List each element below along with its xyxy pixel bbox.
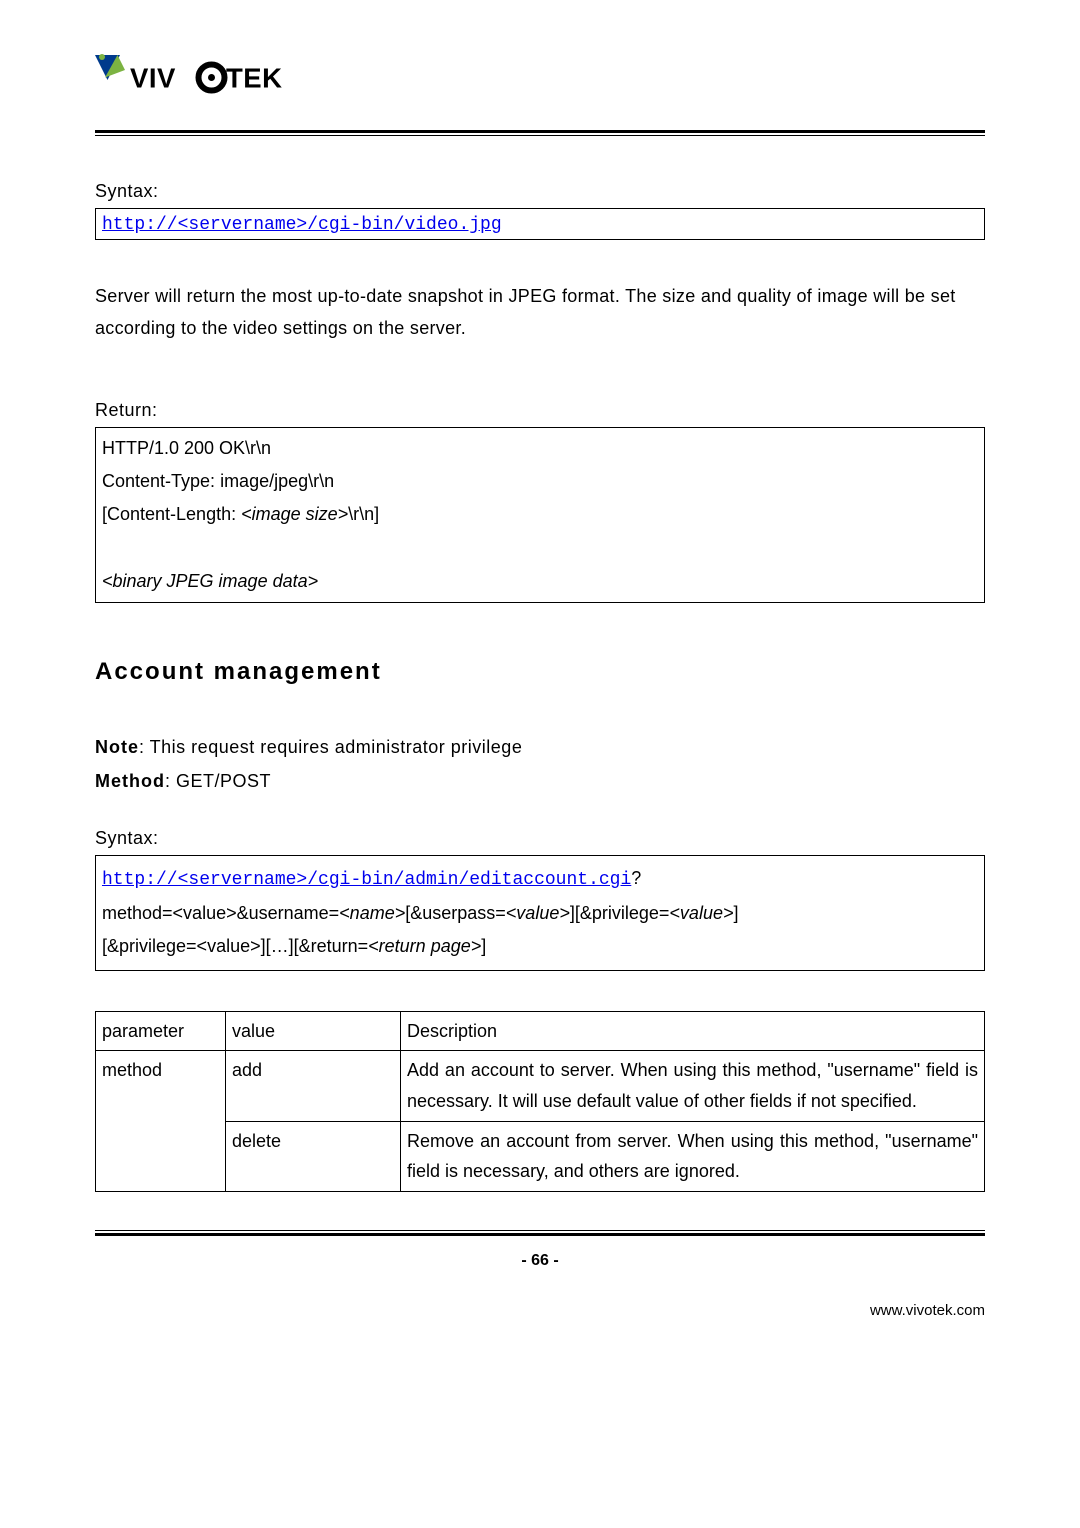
cell-desc-add: Add an account to server. When using thi… (401, 1051, 985, 1121)
table-row: delete Remove an account from server. Wh… (96, 1121, 985, 1191)
vivotek-logo-icon: VIV TEK (95, 50, 305, 105)
return-label: Return: (95, 400, 985, 421)
account-syntax-line1: http://<servername>/cgi-bin/admin/editac… (102, 862, 978, 897)
cell-param-method: method (96, 1051, 226, 1191)
site-url: www.vivotek.com (95, 1302, 985, 1319)
header-rule (95, 130, 985, 136)
cell-value-delete: delete (226, 1121, 401, 1191)
account-url-link[interactable]: http://<servername>/cgi-bin/admin/editac… (102, 870, 631, 890)
account-note: Note: This request requires administrato… (95, 731, 985, 764)
syntax-label-2: Syntax: (95, 828, 985, 849)
header-parameter: parameter (96, 1011, 226, 1051)
table-row: method add Add an account to server. Whe… (96, 1051, 985, 1121)
return-blank (102, 532, 978, 565)
return-line-1: HTTP/1.0 200 OK\r\n (102, 432, 978, 465)
header-value: value (226, 1011, 401, 1051)
brand-logo: VIV TEK (95, 50, 985, 105)
account-note-block: Note: This request requires administrato… (95, 731, 985, 798)
account-syntax-line2: method=<value>&username=<name>[&userpass… (102, 897, 978, 930)
section-title-account: Account management (95, 658, 985, 686)
svg-text:VIV: VIV (130, 63, 176, 94)
return-line-2: Content-Type: image/jpeg\r\n (102, 465, 978, 498)
cell-value-add: add (226, 1051, 401, 1121)
return-line-3: [Content-Length: <image size>\r\n] (102, 498, 978, 531)
cell-desc-delete: Remove an account from server. When usin… (401, 1121, 985, 1191)
footer-rule (95, 1230, 985, 1236)
syntax-label-1: Syntax: (95, 181, 985, 202)
table-header-row: parameter value Description (96, 1011, 985, 1051)
page-number: - 66 - (95, 1252, 985, 1270)
svg-text:TEK: TEK (226, 63, 283, 94)
parameter-table: parameter value Description method add A… (95, 1011, 985, 1192)
snapshot-description: Server will return the most up-to-date s… (95, 280, 985, 345)
return-box: HTTP/1.0 200 OK\r\n Content-Type: image/… (95, 427, 985, 603)
header-description: Description (401, 1011, 985, 1051)
snapshot-syntax-box: http://<servername>/cgi-bin/video.jpg (95, 208, 985, 240)
snapshot-url-link[interactable]: http://<servername>/cgi-bin/video.jpg (102, 215, 502, 235)
account-syntax-line3: [&privilege=<value>][…][&return=<return … (102, 930, 978, 963)
account-method: Method: GET/POST (95, 765, 985, 798)
account-syntax-box: http://<servername>/cgi-bin/admin/editac… (95, 855, 985, 971)
return-line-4: <binary JPEG image data> (102, 565, 978, 598)
